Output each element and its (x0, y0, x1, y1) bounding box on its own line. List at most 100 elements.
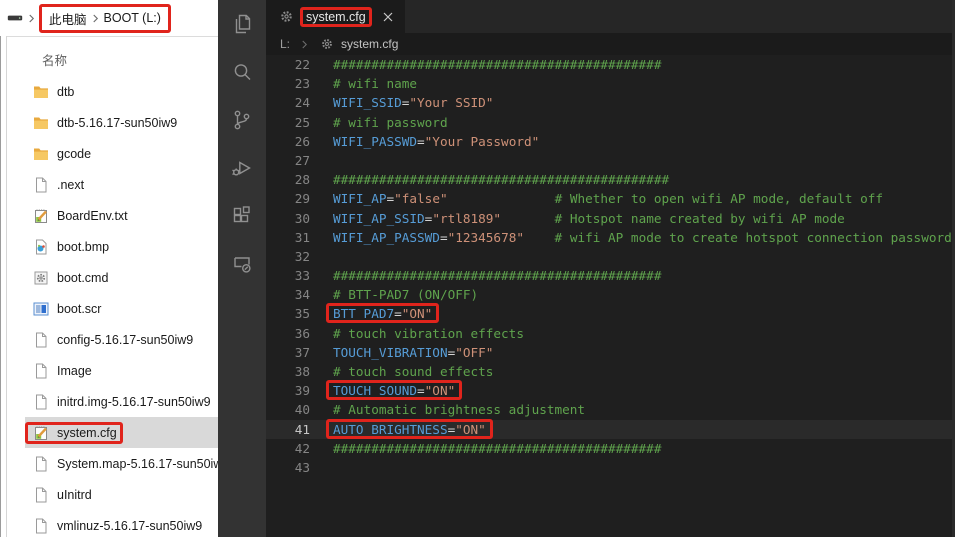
file-name: boot.cmd (57, 271, 108, 285)
folder-icon (33, 84, 49, 100)
code-line-32[interactable]: 32 (266, 247, 952, 266)
code-line-28[interactable]: 28######################################… (266, 170, 952, 189)
file-icon (33, 487, 49, 503)
extensions-icon[interactable] (218, 192, 266, 240)
code-line-37[interactable]: 37TOUCH_VIBRATION="OFF" (266, 343, 952, 362)
gear-icon (319, 36, 335, 52)
file-row-image[interactable]: Image (25, 355, 218, 386)
file-row-initrd-img-5-16-17-sun50iw9[interactable]: initrd.img-5.16.17-sun50iw9 (25, 386, 218, 417)
file-row-gcode[interactable]: gcode (25, 138, 218, 169)
code-line-35[interactable]: 35BTT_PAD7="ON" (266, 304, 952, 323)
file-row-boardenv-txt[interactable]: BoardEnv.txt (25, 200, 218, 231)
file-name: dtb (57, 85, 74, 99)
folder-icon (33, 115, 49, 131)
line-number: 32 (266, 247, 310, 266)
code-line-29[interactable]: 29WIFI_AP="false" # Whether to open wifi… (266, 189, 952, 208)
file-list: dtb dtb-5.16.17-sun50iw9 gcode .next BoardEn… (0, 76, 218, 537)
line-number: 29 (266, 189, 310, 208)
files-icon[interactable] (218, 0, 266, 48)
screen-icon (33, 301, 49, 317)
code-line-24[interactable]: 24WIFI_SSID="Your SSID" (266, 93, 952, 112)
breadcrumb-file[interactable]: system.cfg (341, 37, 398, 51)
file-name: vmlinuz-5.16.17-sun50iw9 (57, 519, 202, 533)
code-line-27[interactable]: 27 (266, 151, 952, 170)
file-icon (33, 394, 49, 410)
file-icon (33, 177, 49, 193)
file-name: system.cfg (57, 426, 117, 440)
file-name: dtb-5.16.17-sun50iw9 (57, 116, 177, 130)
file-name: gcode (57, 147, 91, 161)
file-row-system-map-5-16-17-sun50iw[interactable]: System.map-5.16.17-sun50iw (25, 448, 218, 479)
line-number: 24 (266, 93, 310, 112)
code-line-42[interactable]: 42######################################… (266, 439, 952, 458)
screen: 此电脑 BOOT (L:) 名称 dtb dtb-5.16.17-sun50iw9… (0, 0, 955, 537)
file-name: System.map-5.16.17-sun50iw (57, 457, 218, 471)
file-name: BoardEnv.txt (57, 209, 128, 223)
file-row--next[interactable]: .next (25, 169, 218, 200)
line-number: 27 (266, 151, 310, 170)
tab-system-cfg[interactable]: system.cfg (266, 0, 405, 33)
code-line-31[interactable]: 31WIFI_AP_PASSWD="12345678" # wifi AP mo… (266, 228, 952, 247)
breadcrumb-boot-drive[interactable]: BOOT (L:) (104, 11, 161, 25)
file-row-config-5-16-17-sun50iw9[interactable]: config-5.16.17-sun50iw9 (25, 324, 218, 355)
breadcrumb-this-pc[interactable]: 此电脑 (49, 9, 87, 28)
line-number: 39 (266, 381, 310, 400)
file-row-system-cfg[interactable]: system.cfg (25, 417, 218, 448)
line-number: 28 (266, 170, 310, 189)
code-line-38[interactable]: 38# touch sound effects (266, 362, 952, 381)
file-row-dtb-5-16-17-sun50iw9[interactable]: dtb-5.16.17-sun50iw9 (25, 107, 218, 138)
code-line-43[interactable]: 43 (266, 458, 952, 477)
code-line-34[interactable]: 34# BTT-PAD7 (ON/OFF) (266, 285, 952, 304)
notepad-icon (33, 208, 49, 224)
line-number: 36 (266, 324, 310, 343)
file-icon (33, 456, 49, 472)
file-row-boot-scr[interactable]: boot.scr (25, 293, 218, 324)
tab-bar: system.cfg (266, 0, 955, 33)
file-name: config-5.16.17-sun50iw9 (57, 333, 193, 347)
line-number: 38 (266, 362, 310, 381)
breadcrumb-drive[interactable]: L: (280, 37, 290, 51)
editor-breadcrumb: L: system.cfg (266, 33, 955, 55)
explorer-address-bar[interactable]: 此电脑 BOOT (L:) (0, 0, 218, 37)
image-icon (33, 239, 49, 255)
code-line-39[interactable]: 39TOUCH_SOUND="ON" (266, 381, 952, 400)
file-icon (33, 518, 49, 534)
close-icon[interactable] (381, 10, 395, 24)
file-name: boot.scr (57, 302, 101, 316)
run-debug-icon[interactable] (218, 144, 266, 192)
line-number: 35 (266, 304, 310, 323)
code-line-33[interactable]: 33######################################… (266, 266, 952, 285)
line-number: 30 (266, 209, 310, 228)
line-number: 40 (266, 400, 310, 419)
file-name: Image (57, 364, 92, 378)
line-number: 26 (266, 132, 310, 151)
code-line-40[interactable]: 40# Automatic brightness adjustment (266, 400, 952, 419)
code-line-22[interactable]: 22######################################… (266, 55, 952, 74)
file-row-boot-bmp[interactable]: boot.bmp (25, 231, 218, 262)
line-number: 25 (266, 113, 310, 132)
code-line-23[interactable]: 23# wifi name (266, 74, 952, 93)
file-icon (33, 332, 49, 348)
code-line-41[interactable]: 41AUTO_BRIGHTNESS="ON" (266, 420, 952, 439)
cmd-icon (33, 270, 49, 286)
folder-icon (33, 146, 49, 162)
line-number: 41 (266, 420, 310, 439)
tab-label: system.cfg (301, 8, 371, 26)
code-area[interactable]: 22######################################… (266, 55, 952, 537)
file-row-boot-cmd[interactable]: boot.cmd (25, 262, 218, 293)
code-line-30[interactable]: 30WIFI_AP_SSID="rtl8189" # Hotspot name … (266, 209, 952, 228)
chevron-right-icon (301, 40, 308, 49)
search-icon[interactable] (218, 48, 266, 96)
source-control-icon[interactable] (218, 96, 266, 144)
code-line-25[interactable]: 25# wifi password (266, 113, 952, 132)
code-line-26[interactable]: 26WIFI_PASSWD="Your Password" (266, 132, 952, 151)
line-number: 22 (266, 55, 310, 74)
activity-bar (218, 0, 266, 537)
remote-icon[interactable] (218, 240, 266, 288)
code-line-36[interactable]: 36# touch vibration effects (266, 324, 952, 343)
name-column-header[interactable]: 名称 (42, 50, 67, 69)
file-row-uinitrd[interactable]: uInitrd (25, 479, 218, 510)
file-icon (33, 363, 49, 379)
file-row-vmlinuz-5-16-17-sun50iw9[interactable]: vmlinuz-5.16.17-sun50iw9 (25, 510, 218, 537)
file-row-dtb[interactable]: dtb (25, 76, 218, 107)
